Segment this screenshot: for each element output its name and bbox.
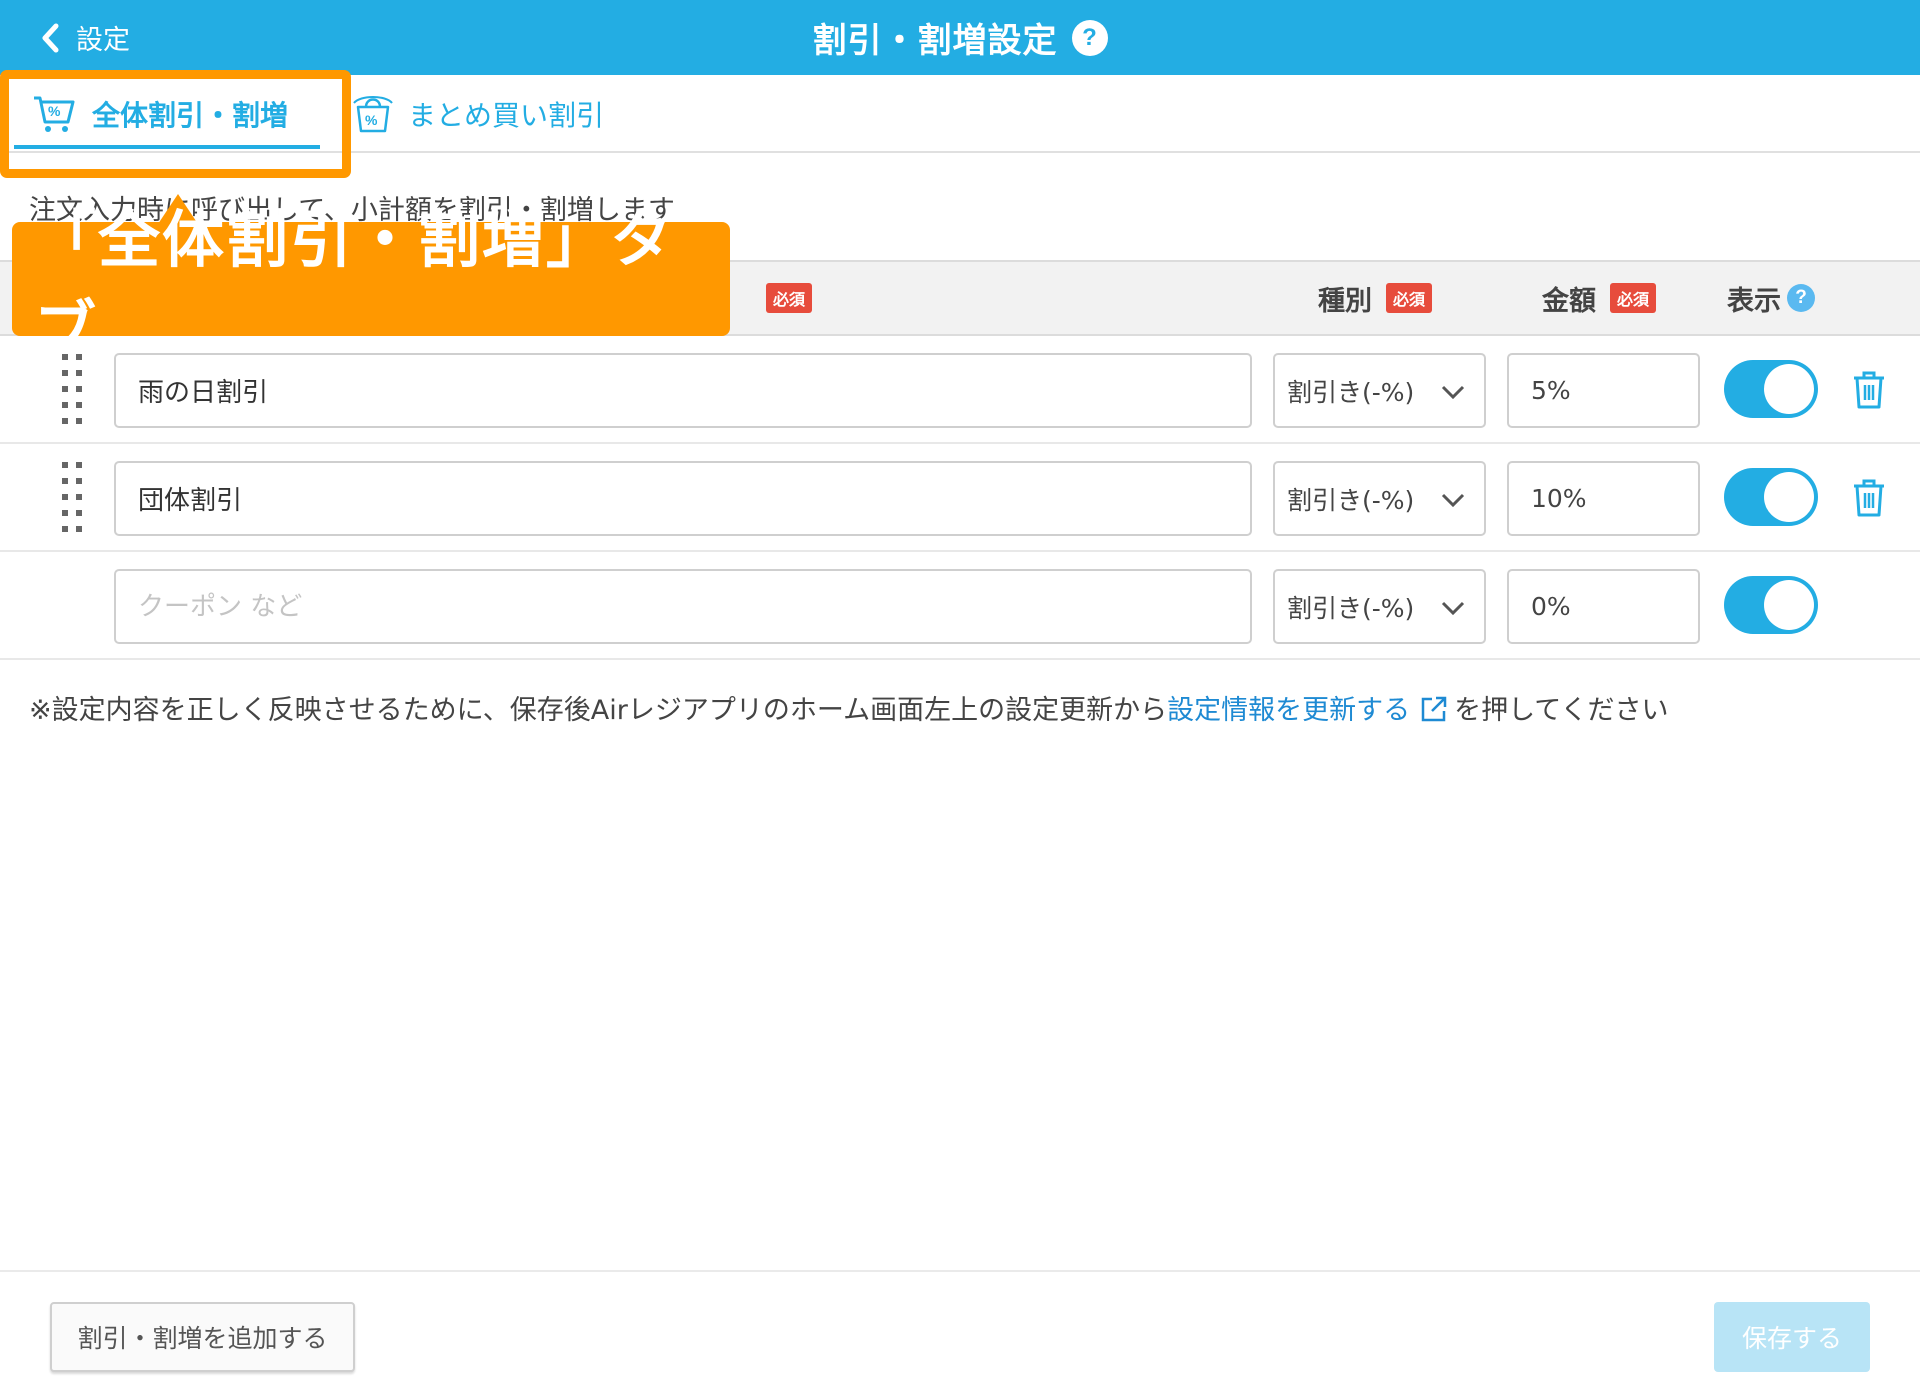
discount-type-select[interactable]: 割引き(-%): [1273, 461, 1486, 536]
table-row: 割引き(-%) 10%: [0, 444, 1920, 552]
type-header-label: 種別: [1318, 285, 1372, 317]
svg-text:%: %: [365, 112, 378, 128]
drag-handle-icon[interactable]: [62, 462, 82, 538]
name-column-header: 必須: [752, 262, 813, 334]
type-column-header: 種別 必須: [1318, 262, 1433, 334]
amount-field[interactable]: 0%: [1507, 569, 1700, 644]
tab-label: まとめ買い割引: [408, 99, 605, 132]
back-button[interactable]: 設定: [36, 0, 130, 75]
footer-bar: 割引・割増を追加する 保存する: [0, 1270, 1920, 1400]
chevron-left-icon: [36, 20, 64, 56]
page-title: 割引・割増設定: [812, 21, 1058, 61]
display-toggle[interactable]: [1724, 360, 1818, 418]
required-badge: 必須: [1386, 283, 1433, 313]
required-badge: 必須: [766, 283, 813, 313]
chevron-down-icon: [1440, 595, 1466, 627]
bags-percent-icon: %: [352, 93, 394, 135]
app-header: 設定 割引・割増設定 ?: [0, 0, 1920, 75]
tab-highlight-frame: [0, 70, 351, 178]
update-note: ※設定内容を正しく反映させるために、保存後Airレジアプリのホーム画面左上の設定…: [29, 688, 1668, 730]
select-value: 割引き(-%): [1287, 377, 1415, 407]
display-toggle[interactable]: [1724, 468, 1818, 526]
amount-field[interactable]: 10%: [1507, 461, 1700, 536]
back-label: 設定: [76, 25, 130, 56]
external-link-icon[interactable]: [1420, 695, 1448, 730]
discount-name-input[interactable]: [114, 569, 1252, 644]
chevron-down-icon: [1440, 487, 1466, 519]
required-badge: 必須: [1610, 283, 1657, 313]
help-icon[interactable]: ?: [1787, 284, 1815, 312]
select-value: 割引き(-%): [1287, 485, 1415, 515]
select-value: 割引き(-%): [1287, 593, 1415, 623]
help-icon[interactable]: ?: [1071, 19, 1108, 56]
discount-name-input[interactable]: [114, 461, 1252, 536]
tab-bulk-discount[interactable]: % まとめ買い割引: [352, 75, 604, 153]
annotation-callout: 「全体割引・割増」タブ: [12, 203, 730, 366]
note-text-after: を押してください: [1454, 695, 1669, 726]
trash-icon[interactable]: [1852, 370, 1886, 414]
display-header-label: 表示: [1727, 285, 1781, 317]
discount-type-select[interactable]: 割引き(-%): [1273, 569, 1486, 644]
amount-field[interactable]: 5%: [1507, 353, 1700, 428]
amount-header-label: 金額: [1542, 285, 1596, 317]
title-area: 割引・割増設定 ?: [0, 0, 1920, 75]
discount-type-select[interactable]: 割引き(-%): [1273, 353, 1486, 428]
table-row: 割引き(-%) 0%: [0, 552, 1920, 660]
note-text-before: ※設定内容を正しく反映させるために、保存後Airレジアプリのホーム画面左上の設定…: [29, 695, 1168, 726]
chevron-down-icon: [1440, 379, 1466, 411]
toggle-knob: [1764, 364, 1814, 414]
trash-icon[interactable]: [1852, 478, 1886, 522]
toggle-knob: [1764, 472, 1814, 522]
save-button[interactable]: 保存する: [1714, 1302, 1870, 1372]
add-discount-button[interactable]: 割引・割増を追加する: [50, 1302, 355, 1372]
display-column-header: 表示 ?: [1727, 262, 1815, 334]
amount-column-header: 金額 必須: [1542, 262, 1657, 334]
display-toggle[interactable]: [1724, 576, 1818, 634]
update-settings-link[interactable]: 設定情報を更新する: [1167, 695, 1410, 726]
toggle-knob: [1764, 580, 1814, 630]
